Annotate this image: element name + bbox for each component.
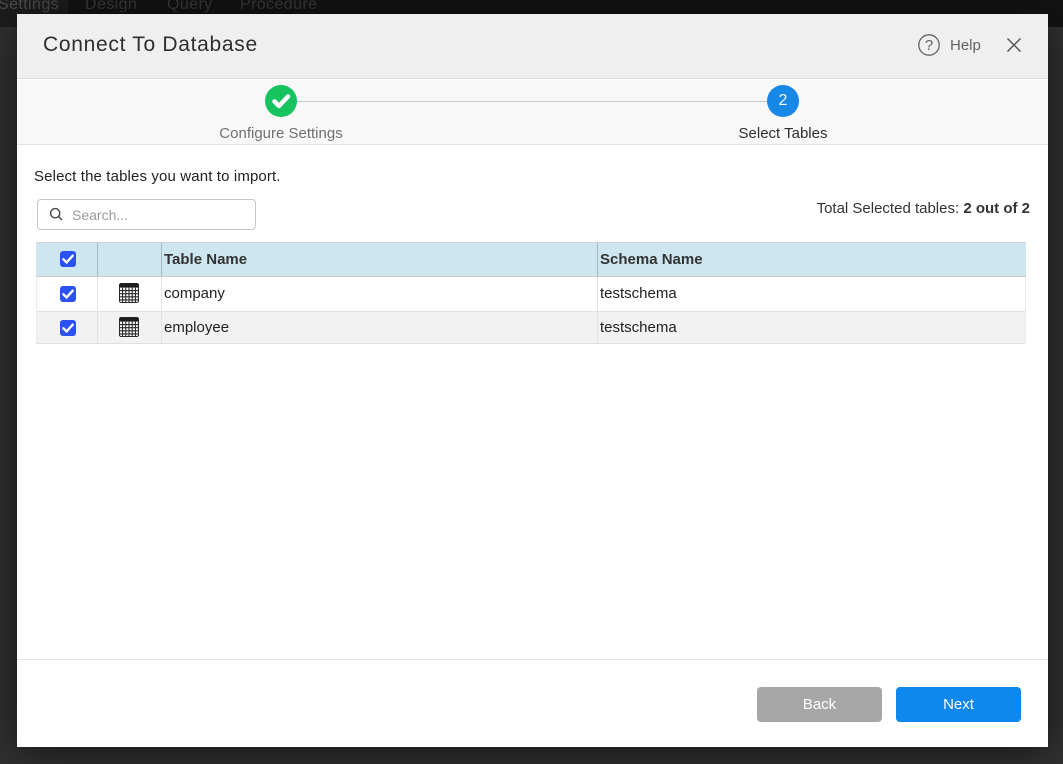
svg-text:?: ? [925, 37, 933, 54]
